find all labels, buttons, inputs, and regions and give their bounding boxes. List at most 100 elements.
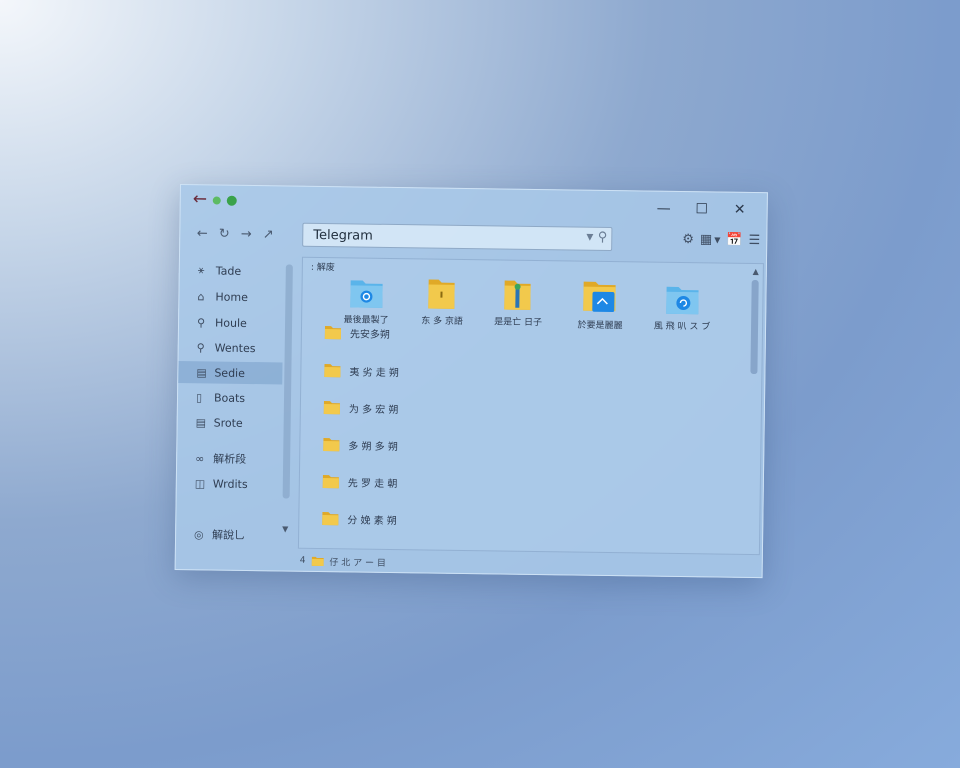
list-item-label: 为 多 宏 朔 xyxy=(348,403,399,416)
maximize-button[interactable]: ☐ xyxy=(683,198,721,221)
search-icon: ⚲ xyxy=(196,340,205,354)
list-item[interactable]: 为 多 宏 朔 xyxy=(323,397,399,418)
sidebar-item-wrdits[interactable]: ◫ Wrdits xyxy=(177,472,281,495)
grid-item-label: 風 飛 叭 ス ブ xyxy=(653,321,711,333)
link-icon: ∞ xyxy=(195,451,205,465)
status-bar: 4 仔 北 ア ー 目 xyxy=(300,553,386,570)
folder-icon xyxy=(311,556,324,567)
quick-access-icon: ⚹ xyxy=(197,263,205,277)
list-item[interactable]: 夷 劣 走 朔 xyxy=(323,360,399,381)
folder-icon xyxy=(322,475,339,489)
refresh-button[interactable]: ↻ xyxy=(214,223,234,243)
sidebar-item-link[interactable]: ∞ 解析段 xyxy=(177,447,281,470)
scroll-up-icon[interactable]: ▲ xyxy=(753,267,759,276)
refresh-icon: ↻ xyxy=(218,226,230,242)
view-toolbar: ⚙ ▦ ▼ 📅 ☰ xyxy=(682,232,760,248)
folder-icon xyxy=(324,364,341,378)
back-button[interactable]: ← xyxy=(192,223,212,243)
chevron-down-icon: ▼ xyxy=(714,235,721,245)
sidebar-item-label: Houle xyxy=(214,316,247,330)
search-icon[interactable]: ⚲ xyxy=(598,230,608,245)
sidebar-item-home[interactable]: ⌂ Home xyxy=(179,285,283,308)
nav-arrows: ← ↻ → ↗ xyxy=(192,223,278,244)
home-icon: ⌂ xyxy=(197,289,205,303)
sidebar-item-label: 解說乚 xyxy=(212,528,246,542)
address-text: Telegram xyxy=(313,227,373,244)
documents-icon: ▤ xyxy=(196,365,207,379)
drive-icon: ▤ xyxy=(195,415,207,429)
title-bar-left: ← xyxy=(193,189,238,209)
grid-item[interactable]: 东 多 京語 xyxy=(402,275,483,327)
list-item[interactable]: 先 罗 走 朝 xyxy=(322,471,398,492)
minimize-button[interactable]: — xyxy=(645,197,683,220)
group-header: : 解废 xyxy=(310,262,335,274)
content-scrollbar[interactable] xyxy=(750,279,759,375)
grid-item-label: 於要是麗麗 xyxy=(577,320,623,332)
chevron-down-icon[interactable]: ▼ xyxy=(586,233,593,243)
grid-item[interactable]: 於要是麗麗 xyxy=(560,277,641,331)
up-button[interactable]: ↗ xyxy=(258,224,278,244)
list-item-label: 先安多朔 xyxy=(349,328,390,341)
list-item-label: 分 娩 素 朔 xyxy=(347,514,397,527)
list-item-label: 多 朔 多 朔 xyxy=(348,440,398,453)
file-icon: ◫ xyxy=(194,476,206,490)
sidebar-item-label: Srote xyxy=(213,415,243,430)
list-item-label: 先 罗 走 朝 xyxy=(347,477,398,490)
sidebar-scrollbar[interactable] xyxy=(282,264,293,499)
arrow-up-right-icon: ↗ xyxy=(262,226,274,242)
file-explorer-window: ← — ☐ ✕ ← ↻ → ↗ Telegram ▼ ⚲ ⚙ ▦ ▼ 📅 ☰ ⚹… xyxy=(174,184,768,579)
sidebar-item-network[interactable]: ◎ 解說乚 xyxy=(176,523,280,546)
sidebar-item-label: Boats xyxy=(213,390,246,405)
sidebar-item-label: Wrdits xyxy=(212,476,248,491)
settings-button[interactable]: ⚙ xyxy=(682,232,694,247)
arrow-left-icon: ← xyxy=(196,225,208,241)
close-button[interactable]: ✕ xyxy=(721,199,759,222)
sidebar-item-houle[interactable]: ⚲ Houle xyxy=(179,311,283,334)
status-text: 仔 北 ア ー 目 xyxy=(329,557,386,569)
item-count: 4 xyxy=(299,555,306,566)
address-bar[interactable]: Telegram ▼ ⚲ xyxy=(302,222,613,252)
folder-icon xyxy=(428,279,455,309)
list-item[interactable]: 分 娩 素 朔 xyxy=(321,508,397,529)
phone-icon: ▯ xyxy=(195,390,203,404)
sidebar-item-label: Home xyxy=(215,290,249,304)
grid-item[interactable]: 風 飛 叭 ス ブ xyxy=(642,280,723,332)
navigation-pane: ⚹ Tade ⌂ Home ⚲ Houle ⚲ Wentes ▤ Sedie ▯… xyxy=(176,255,298,567)
folder-icon xyxy=(324,326,342,340)
app-status-icon xyxy=(226,195,238,206)
sync-folder-icon xyxy=(666,286,699,315)
list-item[interactable]: 多 朔 多 朔 xyxy=(322,434,398,455)
folder-icon xyxy=(323,438,340,452)
sidebar-item-label: Tade xyxy=(215,264,242,278)
details-view-button[interactable]: ☰ xyxy=(749,233,761,248)
zip-folder-icon xyxy=(504,280,531,310)
folder-icon xyxy=(322,512,339,526)
sync-folder-icon xyxy=(350,280,383,308)
media-folder-icon xyxy=(583,281,616,313)
sidebar-item-tade[interactable]: ⚹ Tade xyxy=(180,259,284,282)
sidebar-item-wentes[interactable]: ⚲ Wentes xyxy=(179,336,283,359)
grid-item[interactable]: 是是亡 日子 xyxy=(478,276,559,328)
pin-icon: ⚲ xyxy=(196,315,206,329)
network-icon: ◎ xyxy=(194,527,204,541)
grid-item-label: 是是亡 日子 xyxy=(494,317,543,329)
calendar-button[interactable]: 📅 xyxy=(726,233,742,248)
sidebar-item-boats[interactable]: ▯ Boats xyxy=(178,386,282,409)
forward-button[interactable]: → xyxy=(236,224,256,244)
sidebar-item-srote[interactable]: ▤ Srote xyxy=(178,411,282,434)
calendar-icon: 📅 xyxy=(726,232,743,248)
list-item-label: 夷 劣 走 朔 xyxy=(349,366,400,379)
sidebar-item-label: Wentes xyxy=(214,341,256,355)
chevron-down-icon[interactable]: ▼ xyxy=(282,524,288,533)
settings-icon: ⚙ xyxy=(682,232,695,248)
list-item[interactable]: 先安多朔 xyxy=(324,322,390,343)
grid-item[interactable]: 最後最製了 xyxy=(326,274,407,326)
folder-icon xyxy=(323,401,340,415)
green-dot-icon xyxy=(212,195,222,205)
view-options-button[interactable]: ▦ ▼ xyxy=(700,232,721,247)
sidebar-item-sedie[interactable]: ▤ Sedie xyxy=(178,360,283,385)
file-content-pane: : 解废 ▲ 最後最製了 东 多 京語 是是亡 日子 於要是麗麗 風 飛 叭 ス… xyxy=(297,256,764,556)
back-arrow-icon[interactable]: ← xyxy=(193,189,208,209)
grid-item-label: 东 多 京語 xyxy=(421,316,464,327)
list-view-icon: ☰ xyxy=(748,232,761,249)
